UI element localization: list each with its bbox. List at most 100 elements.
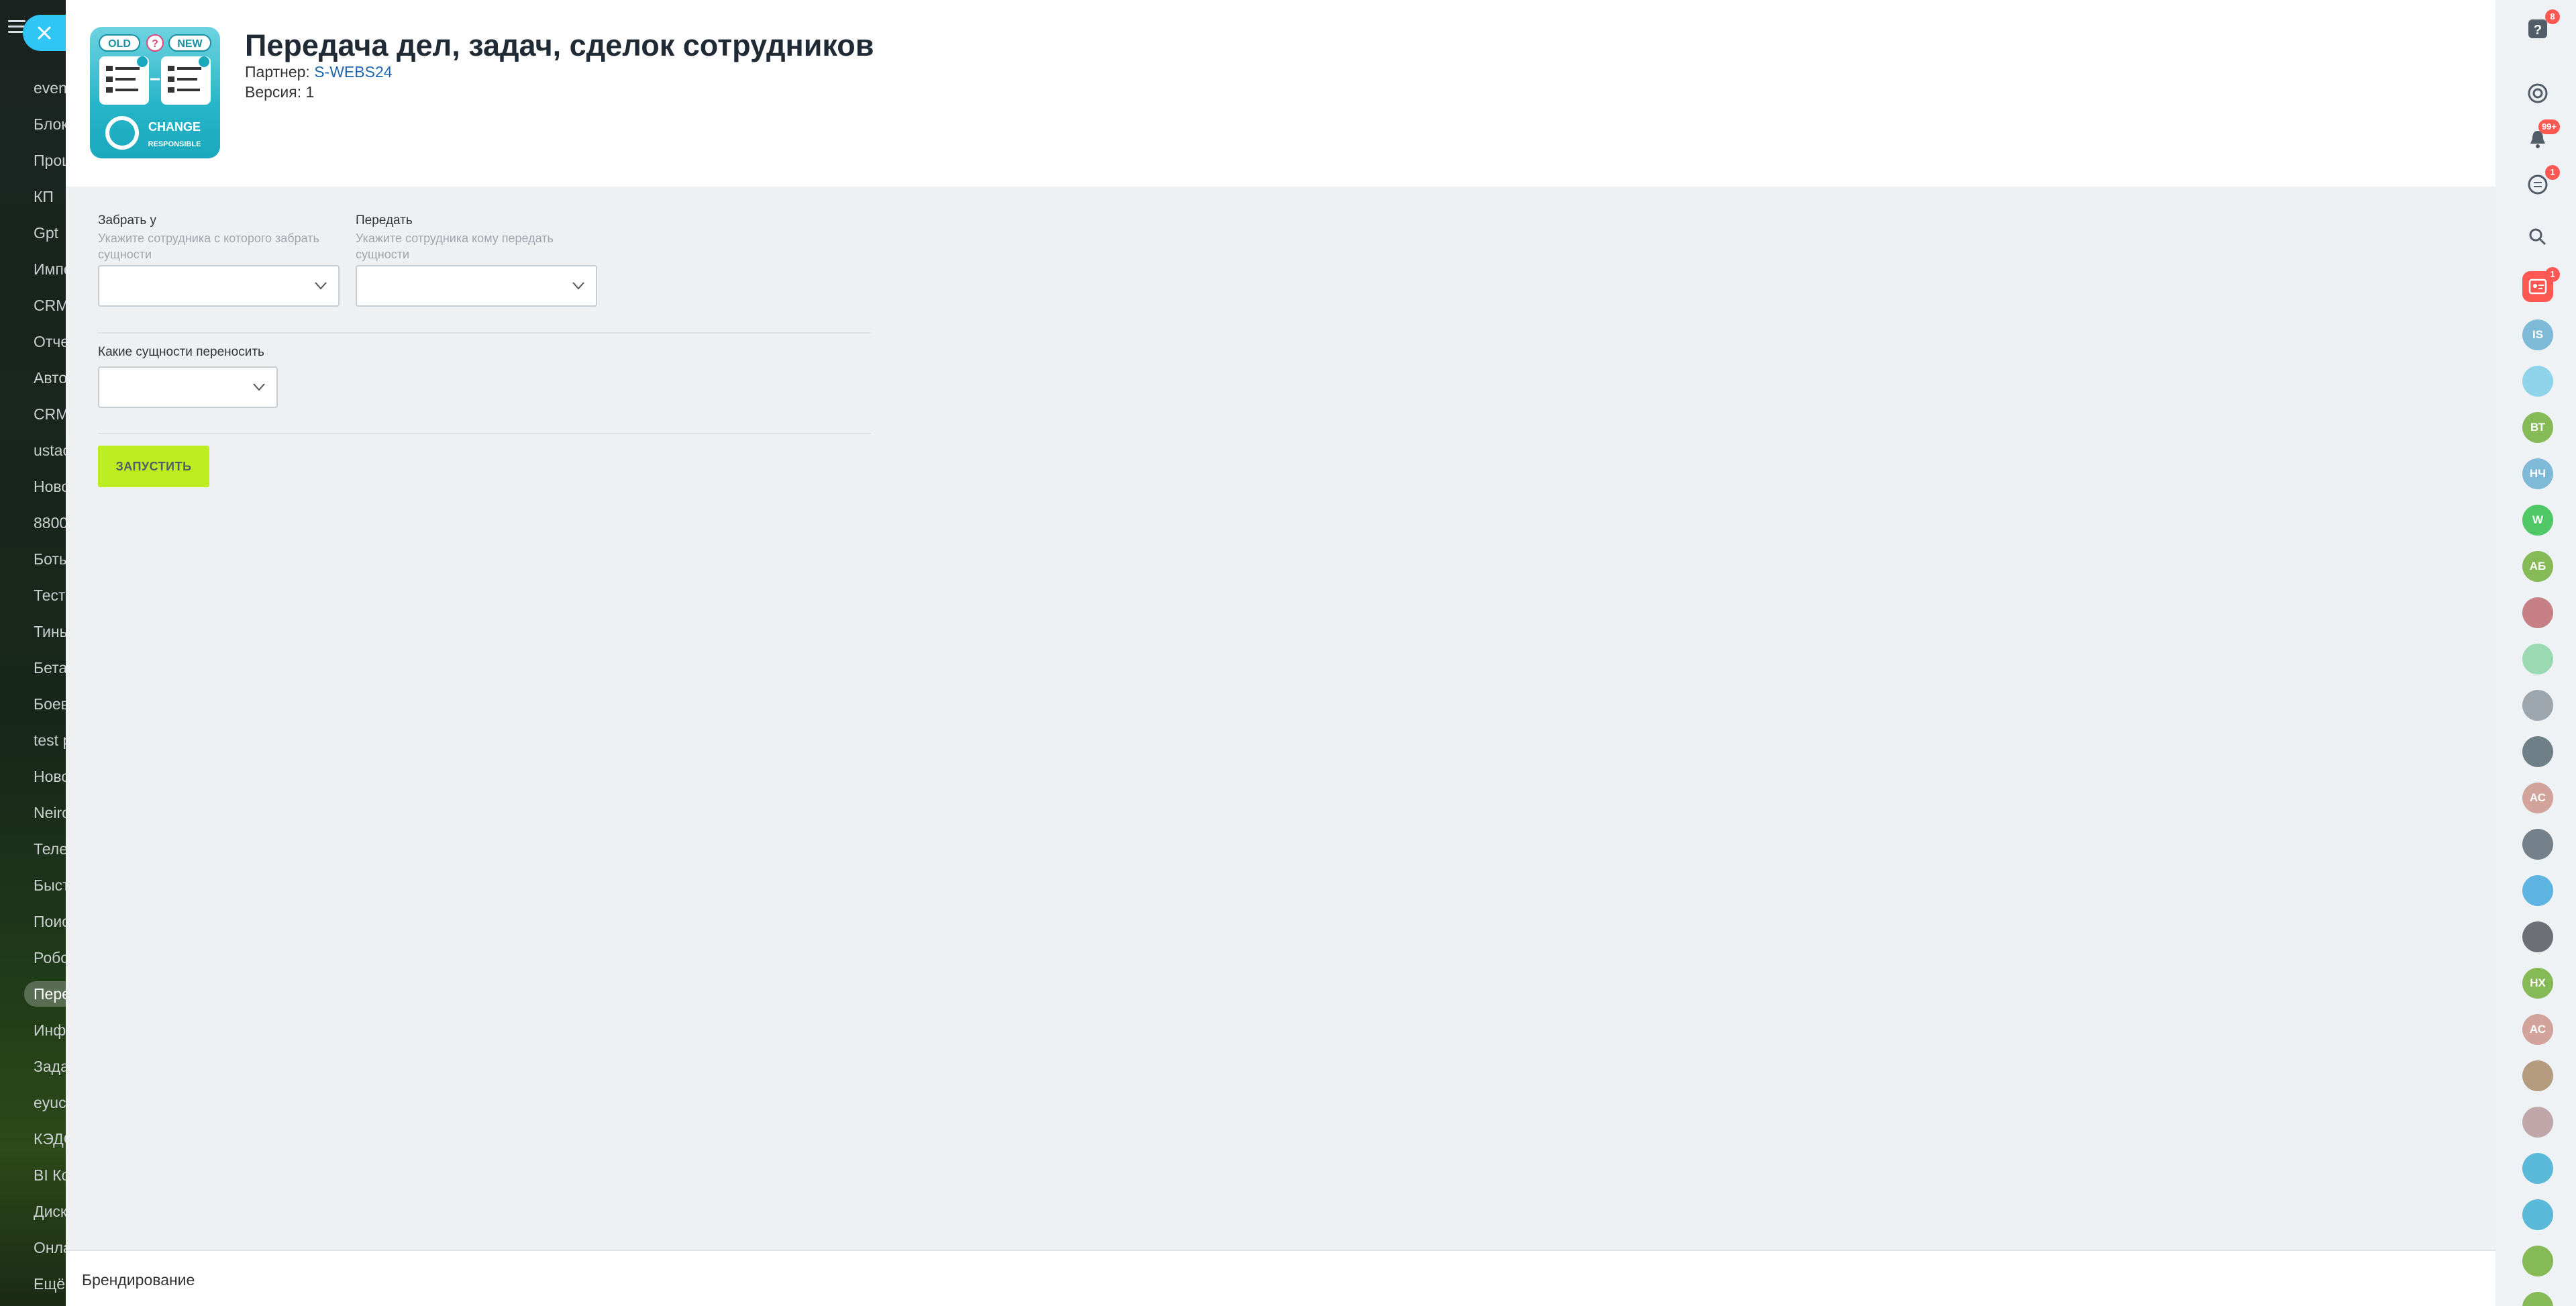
- sidebar-item-label: Ещё: [34, 1275, 66, 1293]
- sidebar-item[interactable]: КЭДО: [0, 1121, 66, 1157]
- to-label: Передать: [356, 213, 413, 228]
- sidebar-item-label: Диск: [34, 1203, 66, 1220]
- sidebar-item[interactable]: Бета: [0, 650, 66, 686]
- sidebar-item[interactable]: Ещё: [0, 1266, 66, 1302]
- chat-avatar[interactable]: [2522, 1199, 2553, 1230]
- notifications-button[interactable]: 99+: [2522, 119, 2560, 154]
- app-slider: OLD ? NEW CHANGE RESPONSIBLE Передача де…: [66, 0, 2495, 1306]
- sidebar-item-label: ustack: [34, 442, 66, 459]
- chat-avatar[interactable]: АС: [2522, 783, 2553, 813]
- sidebar-item[interactable]: CRM: [0, 396, 66, 432]
- sidebar-item[interactable]: Информация: [0, 1012, 66, 1048]
- chat-avatar[interactable]: АБ: [2522, 551, 2553, 582]
- sidebar-item-label: Роботы: [34, 949, 66, 966]
- left-menu: events Блоки Процессы КП Gpt Импорт CRM Отчеты А…: [0, 0, 66, 1306]
- sidebar-item[interactable]: 8800: [0, 505, 66, 541]
- chat-avatar[interactable]: [2522, 921, 2553, 952]
- messages-badge: 1: [2545, 165, 2560, 180]
- chat-avatar[interactable]: [2522, 736, 2553, 767]
- sidebar-item-label: Задачи: [34, 1058, 66, 1075]
- sidebar-item[interactable]: Тесты: [0, 577, 66, 613]
- chat-avatar[interactable]: [2522, 1153, 2553, 1184]
- close-slider-button[interactable]: [23, 15, 66, 51]
- sidebar-item[interactable]: Боевой: [0, 686, 66, 722]
- chat-avatar[interactable]: [2522, 597, 2553, 628]
- change-responsible-logo-icon: OLD ? NEW CHANGE RESPONSIBLE: [99, 34, 211, 150]
- chat-avatar[interactable]: АС: [2522, 1014, 2553, 1045]
- copilot-button[interactable]: [2522, 78, 2553, 109]
- avatar-initials: НЧ: [2529, 467, 2546, 480]
- sidebar-item[interactable]: ustack: [0, 432, 66, 468]
- chat-avatar[interactable]: НХ: [2522, 968, 2553, 999]
- from-label: Забрать у: [98, 213, 157, 228]
- right-bar: ? 8 99+ 1 1 IS ВТ НЧ W АБ АС НХ АС: [2495, 0, 2576, 1306]
- chat-avatar[interactable]: [2522, 875, 2553, 906]
- sidebar-item[interactable]: Новое: [0, 758, 66, 795]
- sidebar-item[interactable]: eyuc: [0, 1085, 66, 1121]
- sidebar-item[interactable]: CRM: [0, 287, 66, 323]
- chat-avatar[interactable]: [2522, 1060, 2553, 1091]
- sidebar-item-label: eyuc: [34, 1094, 66, 1111]
- sidebar-item[interactable]: Neiro: [0, 795, 66, 831]
- chat-avatar[interactable]: [2522, 829, 2553, 860]
- contact-center-button[interactable]: 1: [2522, 267, 2560, 302]
- messages-button[interactable]: 1: [2522, 165, 2560, 200]
- partner-link[interactable]: S-WEBS24: [314, 63, 392, 81]
- sidebar-item[interactable]: Быстро: [0, 867, 66, 903]
- sidebar-item[interactable]: Блоки: [0, 106, 66, 142]
- entities-label: Какие сущности переносить: [98, 345, 264, 359]
- chat-avatar[interactable]: [2522, 366, 2553, 397]
- sidebar-item[interactable]: Телефония: [0, 831, 66, 867]
- sidebar-item[interactable]: Тиньков: [0, 613, 66, 650]
- sidebar-item[interactable]: Процессы: [0, 142, 66, 179]
- sidebar-item[interactable]: КП: [0, 179, 66, 215]
- help-button[interactable]: ? 8: [2522, 9, 2560, 44]
- chat-avatar[interactable]: W: [2522, 505, 2553, 536]
- search-button[interactable]: [2522, 221, 2553, 252]
- sidebar-item[interactable]: Онлайн: [0, 1229, 66, 1266]
- chat-avatar[interactable]: [2522, 644, 2553, 674]
- sidebar-item[interactable]: Боты: [0, 541, 66, 577]
- sidebar-item[interactable]: Отчеты: [0, 323, 66, 360]
- sidebar-item[interactable]: events: [0, 70, 66, 106]
- chat-avatar[interactable]: [2522, 1292, 2553, 1306]
- app-title: Передача дел, задач, сделок сотрудников: [245, 28, 874, 62]
- chat-avatar[interactable]: [2522, 1107, 2553, 1138]
- chat-avatar[interactable]: [2522, 1246, 2553, 1276]
- sidebar-item-label: events: [34, 79, 66, 97]
- entities-select[interactable]: [98, 366, 278, 408]
- sidebar-item[interactable]: Передача: [0, 976, 66, 1012]
- avatar-initials: IS: [2532, 328, 2544, 341]
- svg-text:?: ?: [152, 38, 158, 50]
- branding-link[interactable]: Брендирование: [82, 1271, 195, 1289]
- sidebar-item[interactable]: Новости: [0, 468, 66, 505]
- sidebar-item[interactable]: test p: [0, 722, 66, 758]
- left-menu-list: events Блоки Процессы КП Gpt Импорт CRM Отчеты А…: [0, 70, 66, 1302]
- sidebar-item-label: Информация: [34, 1021, 66, 1039]
- contact-card-icon: [2528, 279, 2547, 295]
- chat-avatar[interactable]: ВТ: [2522, 412, 2553, 443]
- sidebar-item[interactable]: Импорт: [0, 251, 66, 287]
- from-employee-select[interactable]: [98, 265, 340, 307]
- footer: Брендирование: [66, 1250, 2495, 1306]
- sidebar-item[interactable]: Gpt: [0, 215, 66, 251]
- app-partner: Партнер: S-WEBS24: [245, 63, 393, 81]
- to-employee-select[interactable]: [356, 265, 597, 307]
- sidebar-item-label: Процессы: [34, 152, 66, 169]
- sidebar-item-label: Автоматизация: [34, 369, 66, 387]
- sidebar-item[interactable]: BI Конструктор: [0, 1157, 66, 1193]
- sidebar-item-label: test p: [34, 732, 66, 749]
- chat-avatar[interactable]: [2522, 690, 2553, 721]
- chat-avatar[interactable]: НЧ: [2522, 458, 2553, 489]
- run-button[interactable]: ЗАПУСТИТЬ: [98, 446, 209, 487]
- sidebar-item[interactable]: Поиск: [0, 903, 66, 940]
- sidebar-item[interactable]: Диск: [0, 1193, 66, 1229]
- sidebar-item[interactable]: Роботы: [0, 940, 66, 976]
- sidebar-item[interactable]: Задачи: [0, 1048, 66, 1085]
- chat-avatar[interactable]: IS: [2522, 319, 2553, 350]
- sidebar-item-label: CRM: [34, 405, 66, 423]
- sidebar-item-label: КЭДО: [34, 1130, 66, 1148]
- copilot-icon: [2528, 83, 2548, 103]
- sidebar-item[interactable]: Автоматизация: [0, 360, 66, 396]
- avatar-initials: НХ: [2530, 976, 2546, 989]
